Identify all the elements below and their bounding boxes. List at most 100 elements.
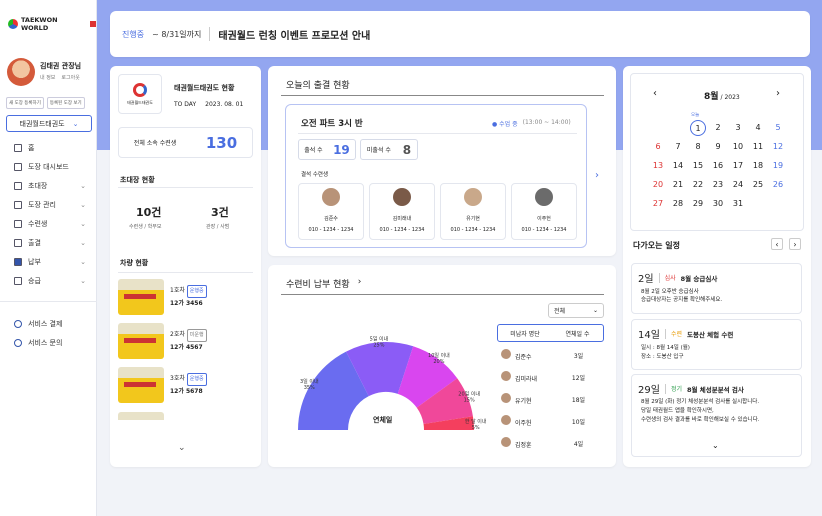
- calendar-day[interactable]: 18: [748, 156, 768, 175]
- calendar-day[interactable]: 25: [748, 175, 768, 194]
- calendar-day[interactable]: 20: [648, 175, 668, 194]
- class-name: 오전 파트 3시 반: [301, 119, 363, 129]
- calendar-day[interactable]: 15: [688, 156, 708, 175]
- student-name: 이주헌: [537, 216, 551, 222]
- table-row[interactable]: 유기현 18일: [501, 388, 601, 410]
- calendar-day[interactable]: 30: [708, 194, 728, 213]
- calendar-day[interactable]: 16: [708, 156, 728, 175]
- vehicle-item[interactable]: 3호차 운행중 12가 5678: [118, 367, 253, 405]
- chevron-left-icon[interactable]: ‹: [771, 238, 783, 250]
- brand-logo[interactable]: TAEKWON WORLD: [8, 16, 96, 32]
- sidebar-item-billing[interactable]: 서비스 결제: [14, 319, 86, 329]
- schedule-event[interactable]: 29일 정기 8월 체성분분석 검사 8월 29일 (화) 정기 체성분분석 검…: [631, 374, 802, 457]
- sidebar-item-label: 도장 관리: [28, 201, 56, 209]
- calendar-day[interactable]: 28: [668, 194, 688, 213]
- calendar-year: / 2023: [720, 94, 740, 101]
- sidebar-item-dashboard[interactable]: 도장 대시보드: [14, 162, 86, 172]
- view-dojang-button[interactable]: 등록된 도장 보기: [46, 97, 85, 109]
- mail-icon: [14, 182, 22, 190]
- payment-title: 수련비 납부 현황: [286, 280, 350, 290]
- sidebar-item-payment[interactable]: 납부 ⌄: [14, 257, 86, 267]
- calendar-day[interactable]: 22: [688, 175, 708, 194]
- calendar-day[interactable]: 29: [688, 194, 708, 213]
- vehicle-item[interactable]: 2호차 미운행 12가 4567: [118, 323, 253, 361]
- dojang-select[interactable]: 태권월드태권도 ⌄: [6, 115, 92, 132]
- sidebar-item-label: 출결: [28, 239, 41, 247]
- absent-count-box[interactable]: 미출석 수 8: [360, 139, 418, 160]
- student-card[interactable]: 유기현 010 - 1234 - 1234: [440, 183, 506, 240]
- calendar-day[interactable]: 19: [768, 156, 788, 175]
- table-row[interactable]: 김미라내 12일: [501, 366, 601, 388]
- row-name: 김준수: [515, 354, 532, 361]
- schedule-event[interactable]: 2일 심사 8월 승급심사 8월 2일 오후반 승급심사 승급대상자는 공지를 …: [631, 263, 802, 314]
- calendar-day[interactable]: 31: [728, 194, 748, 213]
- payment-title-link[interactable]: 수련비 납부 현황 ›: [286, 277, 361, 290]
- calendar-day[interactable]: 7: [668, 137, 688, 156]
- calendar-day[interactable]: 12: [768, 137, 788, 156]
- table-row[interactable]: 이주헌 10일: [501, 410, 601, 432]
- calendar-day[interactable]: 4: [748, 118, 768, 137]
- calendar-day[interactable]: 13: [648, 156, 668, 175]
- sidebar-item-attendance[interactable]: 출결 ⌄: [14, 238, 86, 248]
- calendar-day[interactable]: 10: [728, 137, 748, 156]
- pie-value-label: 15%: [464, 398, 475, 404]
- calendar-day[interactable]: 1: [688, 118, 708, 137]
- chevron-right-icon[interactable]: ›: [595, 170, 599, 181]
- student-card[interactable]: 김미래내 010 - 1234 - 1234: [369, 183, 435, 240]
- calendar-day[interactable]: 17: [728, 156, 748, 175]
- table-row[interactable]: 김정훈 4일: [501, 432, 601, 454]
- chevron-left-icon[interactable]: ‹: [653, 88, 657, 99]
- calendar-day: [748, 194, 768, 213]
- promo-banner[interactable]: 진행중 ~ 8/31일까지 태권월드 런칭 이벤트 프로모션 안내: [110, 11, 810, 57]
- my-info-link[interactable]: 내 정보: [40, 74, 55, 81]
- calendar-day[interactable]: 26: [768, 175, 788, 194]
- absent-student-list: 김준수 010 - 1234 - 1234 김미래내 010 - 1234 - …: [298, 183, 577, 240]
- chevron-right-icon[interactable]: ›: [776, 88, 780, 99]
- sidebar-item-inquiry[interactable]: 서비스 문의: [14, 338, 86, 348]
- pie-value-label: 25%: [373, 342, 384, 348]
- calendar-day[interactable]: 2: [708, 118, 728, 137]
- vehicle-plate: 12가 3456: [170, 300, 203, 307]
- event-day: 2일: [638, 274, 654, 285]
- table-row[interactable]: 김준수 3일: [501, 344, 601, 366]
- schedule-event[interactable]: 14일 수련 도봉산 체험 수련 일시 : 8월 14일 (월) 장소 : 도봉…: [631, 319, 802, 370]
- sidebar-item-home[interactable]: 홈: [14, 143, 86, 153]
- register-dojang-button[interactable]: 새 도장 등록하기: [6, 97, 44, 109]
- logout-link[interactable]: 로그아웃: [61, 74, 79, 81]
- calendar-day[interactable]: 27: [648, 194, 668, 213]
- pie-label: 10일 이내: [428, 352, 450, 359]
- calendar-day[interactable]: 11: [748, 137, 768, 156]
- chevron-right-icon: ›: [357, 277, 362, 287]
- pie-label: 5일 이내: [370, 335, 389, 342]
- student-card[interactable]: 김준수 010 - 1234 - 1234: [298, 183, 364, 240]
- banner-period: ~ 8/31일까지: [152, 29, 202, 39]
- payment-filter-select[interactable]: 전체 ⌄: [548, 303, 604, 318]
- sidebar-item-promotion[interactable]: 승급 ⌄: [14, 276, 86, 286]
- vehicle-plate: 12가 5678: [170, 388, 203, 395]
- calendar-day[interactable]: 8: [688, 137, 708, 156]
- sidebar-item-invite[interactable]: 초대장 ⌄: [14, 181, 86, 191]
- present-count-box[interactable]: 출석 수 19: [298, 139, 356, 160]
- chevron-down-icon[interactable]: ⌄: [178, 443, 186, 453]
- student-name: 김준수: [324, 216, 338, 222]
- vehicle-item[interactable]: 1호차 운행중 12가 3456: [118, 279, 253, 317]
- chevron-down-icon[interactable]: ⌄: [712, 441, 719, 450]
- sidebar-item-students[interactable]: 수련생 ⌄: [14, 219, 86, 229]
- class-panel: 오전 파트 3시 반 ● 수업 중 (13:00 ~ 14:00) 출석 수 1…: [285, 104, 587, 248]
- chevron-right-icon[interactable]: ›: [789, 238, 801, 250]
- calendar-day[interactable]: 23: [708, 175, 728, 194]
- calendar-day[interactable]: 9: [708, 137, 728, 156]
- student-card[interactable]: 이주헌 010 - 1234 - 1234: [511, 183, 577, 240]
- calendar-day[interactable]: 24: [728, 175, 748, 194]
- vehicle-no: 3호차: [170, 375, 185, 382]
- calendar-day[interactable]: 14: [668, 156, 688, 175]
- sidebar-item-dojang-manage[interactable]: 도장 관리 ⌄: [14, 200, 86, 210]
- avatar[interactable]: [7, 58, 35, 86]
- calendar-day[interactable]: 6: [648, 137, 668, 156]
- calendar-day[interactable]: 5: [768, 118, 788, 137]
- dojang-emblem-icon: [133, 82, 147, 97]
- event-day: 14일: [638, 330, 660, 341]
- calendar-day[interactable]: 3: [728, 118, 748, 137]
- calendar-day[interactable]: 21: [668, 175, 688, 194]
- event-day: 29일: [638, 385, 660, 396]
